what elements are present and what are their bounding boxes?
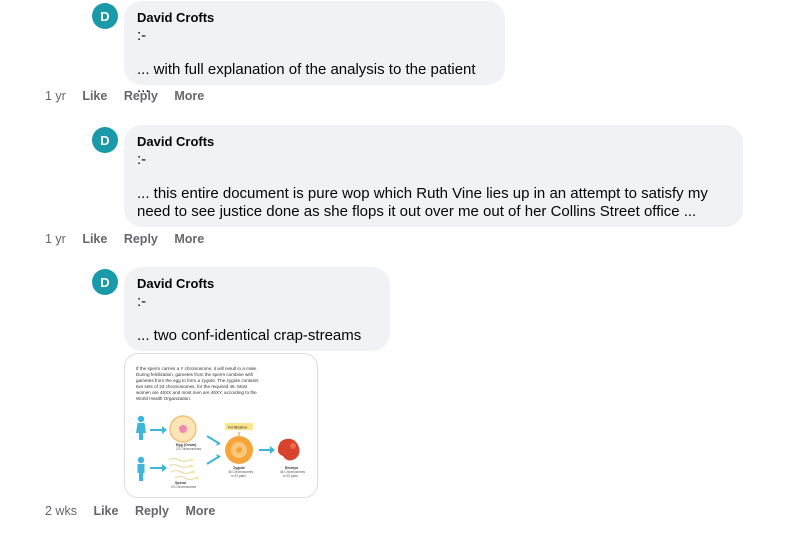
arrow-icon <box>150 464 167 472</box>
comment-text-line: ... this entire document is pure wop whi… <box>137 185 708 202</box>
fertilization-label: Fertilization <box>228 426 247 430</box>
zygote-sub-label: in 23 pairs <box>231 474 246 478</box>
comment-text-line: need to see justice done as she flops it… <box>137 203 697 220</box>
more-button[interactable]: More <box>174 232 204 246</box>
comment-timestamp[interactable]: 1 yr <box>45 232 66 246</box>
attachment-text-line: gametes from the egg to form a zygote. T… <box>136 378 259 383</box>
like-button[interactable]: Like <box>82 89 107 103</box>
avatar[interactable]: D <box>92 269 118 295</box>
sperm-icon <box>168 457 196 481</box>
attachment-text-line: If the sperm carries a Y chromosome, it … <box>136 366 257 371</box>
comment-bubble: David Crofts :- ... with full explanatio… <box>124 1 505 96</box>
comment-bubble: David Crofts :- ... two conf-identical c… <box>124 267 390 362</box>
male-figure-icon <box>137 456 145 481</box>
comment-actions: 1 yr Like Reply More <box>45 232 217 246</box>
comment-actions: 2 wks Like Reply More <box>45 504 228 518</box>
comment-author[interactable]: David Crofts <box>137 275 377 293</box>
comment-image-attachment[interactable]: If the sperm carries a Y chromosome, it … <box>124 353 318 498</box>
like-button[interactable]: Like <box>82 232 107 246</box>
attachment-text-line: women are 46XX and most men are 46XY, ac… <box>136 390 257 395</box>
embryo-icon <box>277 438 300 461</box>
comment-timestamp[interactable]: 2 wks <box>45 504 77 518</box>
comment-text-line: :- <box>137 27 147 44</box>
comment-text-line: :- <box>137 293 147 310</box>
arrow-icon <box>259 446 275 454</box>
comment-timestamp[interactable]: 1 yr <box>45 89 66 103</box>
comment-author[interactable]: David Crofts <box>137 133 730 151</box>
fertilization-diagram: If the sperm carries a Y chromosome, it … <box>136 366 306 489</box>
comment-text-line: :- <box>137 151 147 168</box>
egg-icon <box>169 415 197 443</box>
avatar[interactable]: D <box>92 127 118 153</box>
reply-button[interactable]: Reply <box>124 232 158 246</box>
comment-author[interactable]: David Crofts <box>137 9 492 27</box>
reply-button[interactable]: Reply <box>135 504 169 518</box>
sperm-sub-label: 23 Chromosomes <box>171 485 197 489</box>
embryo-sub-label: in 23 pairs <box>283 474 298 478</box>
attachment-text-line: two sets of 23 chromosomes, for the requ… <box>136 384 248 389</box>
attachment-text-line: World Health Organization. <box>136 396 191 401</box>
female-figure-icon <box>136 415 146 440</box>
more-button[interactable]: More <box>185 504 215 518</box>
more-button[interactable]: More <box>174 89 204 103</box>
like-button[interactable]: Like <box>93 504 118 518</box>
reply-button[interactable]: Reply <box>124 89 158 103</box>
comment-bubble: David Crofts :- ... this entire document… <box>124 125 743 227</box>
attachment-text-line: During fertilization, gametes from the s… <box>136 372 254 377</box>
avatar[interactable]: D <box>92 3 118 29</box>
zygote-icon <box>225 436 253 464</box>
comment-actions: 1 yr Like Reply More <box>45 89 217 103</box>
egg-sub-label: 23 Chromosomes <box>176 447 202 451</box>
arrow-icon <box>150 426 167 434</box>
